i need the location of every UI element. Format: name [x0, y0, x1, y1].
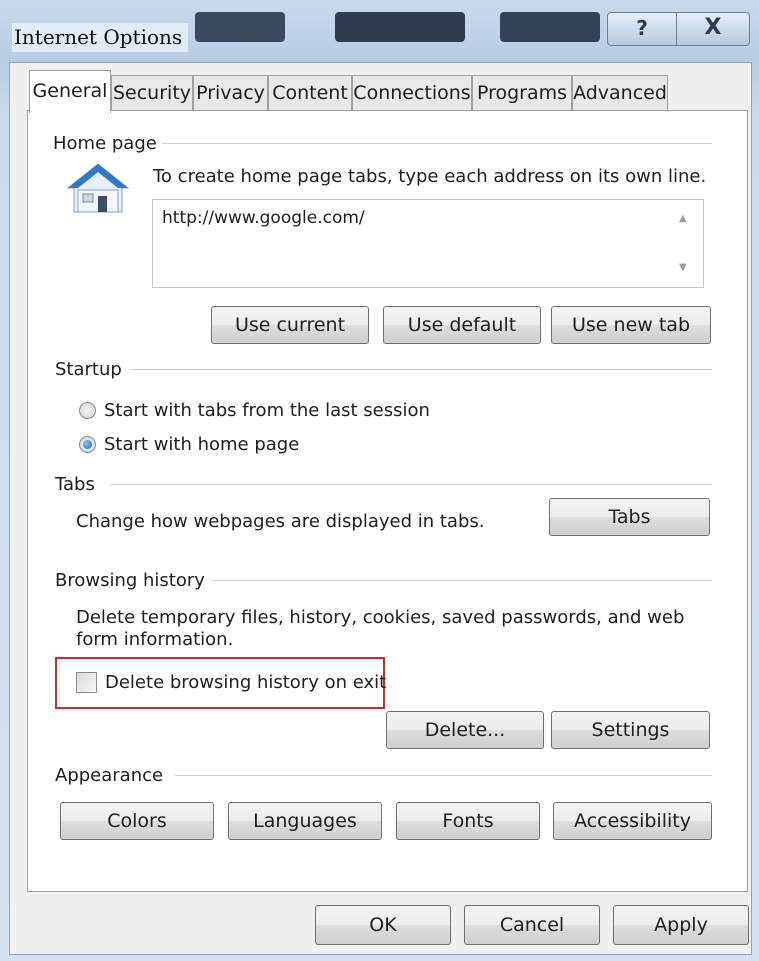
help-button[interactable]: ?: [607, 12, 677, 46]
title-bar-blur: [335, 12, 465, 42]
tab-programs[interactable]: Programs: [472, 75, 572, 110]
startup-home-page-label[interactable]: Start with home page: [104, 434, 299, 455]
home-page-instruction: To create home page tabs, type each addr…: [153, 166, 707, 187]
scroll-down-icon[interactable]: ▼: [679, 262, 687, 273]
browsing-history-description: Delete temporary files, history, cookies…: [76, 607, 685, 628]
use-default-button[interactable]: Use default: [383, 306, 541, 344]
tabs-heading: Tabs: [55, 474, 95, 495]
use-current-button[interactable]: Use current: [211, 306, 369, 344]
browsing-history-heading: Browsing history: [55, 570, 205, 591]
title-bar-blur: [195, 12, 285, 42]
tab-privacy[interactable]: Privacy: [193, 75, 268, 110]
cancel-button[interactable]: Cancel: [464, 905, 600, 945]
tabs-button[interactable]: Tabs: [549, 498, 710, 536]
radio-selected-dot: [83, 440, 92, 449]
close-button[interactable]: X: [676, 12, 750, 46]
colors-button[interactable]: Colors: [60, 802, 214, 840]
group-divider: [130, 369, 712, 370]
group-divider: [212, 580, 712, 581]
accessibility-button[interactable]: Accessibility: [553, 802, 712, 840]
scroll-up-icon[interactable]: ▲: [679, 213, 687, 224]
window-title: Internet Options: [12, 23, 189, 52]
delete-on-exit-checkbox[interactable]: [76, 672, 97, 693]
group-divider: [175, 775, 712, 776]
startup-last-session-radio[interactable]: [79, 402, 96, 419]
use-new-tab-button[interactable]: Use new tab: [551, 306, 711, 344]
fonts-button[interactable]: Fonts: [396, 802, 540, 840]
appearance-heading: Appearance: [55, 765, 164, 786]
apply-button[interactable]: Apply: [613, 905, 749, 945]
tab-connections[interactable]: Connections: [352, 75, 472, 110]
languages-button[interactable]: Languages: [228, 802, 382, 840]
tab-general[interactable]: General: [29, 70, 111, 113]
home-page-url: http://www.google.com/: [162, 208, 365, 228]
browsing-history-description-cont: form information.: [76, 629, 234, 650]
title-bar-blur: [500, 12, 600, 42]
tab-advanced[interactable]: Advanced: [572, 75, 668, 110]
tab-content[interactable]: Content: [268, 75, 352, 110]
delete-on-exit-label[interactable]: Delete browsing history on exit: [105, 672, 386, 693]
home-page-heading: Home page: [53, 133, 157, 154]
ok-button[interactable]: OK: [315, 905, 451, 945]
tabs-description: Change how webpages are displayed in tab…: [76, 511, 485, 532]
startup-last-session-label[interactable]: Start with tabs from the last session: [104, 400, 430, 421]
group-divider: [162, 143, 712, 144]
delete-button[interactable]: Delete...: [386, 711, 544, 749]
startup-heading: Startup: [55, 359, 122, 380]
group-divider: [110, 484, 712, 485]
tab-security[interactable]: Security: [111, 75, 193, 110]
settings-button[interactable]: Settings: [551, 711, 710, 749]
house-icon: [66, 163, 130, 213]
